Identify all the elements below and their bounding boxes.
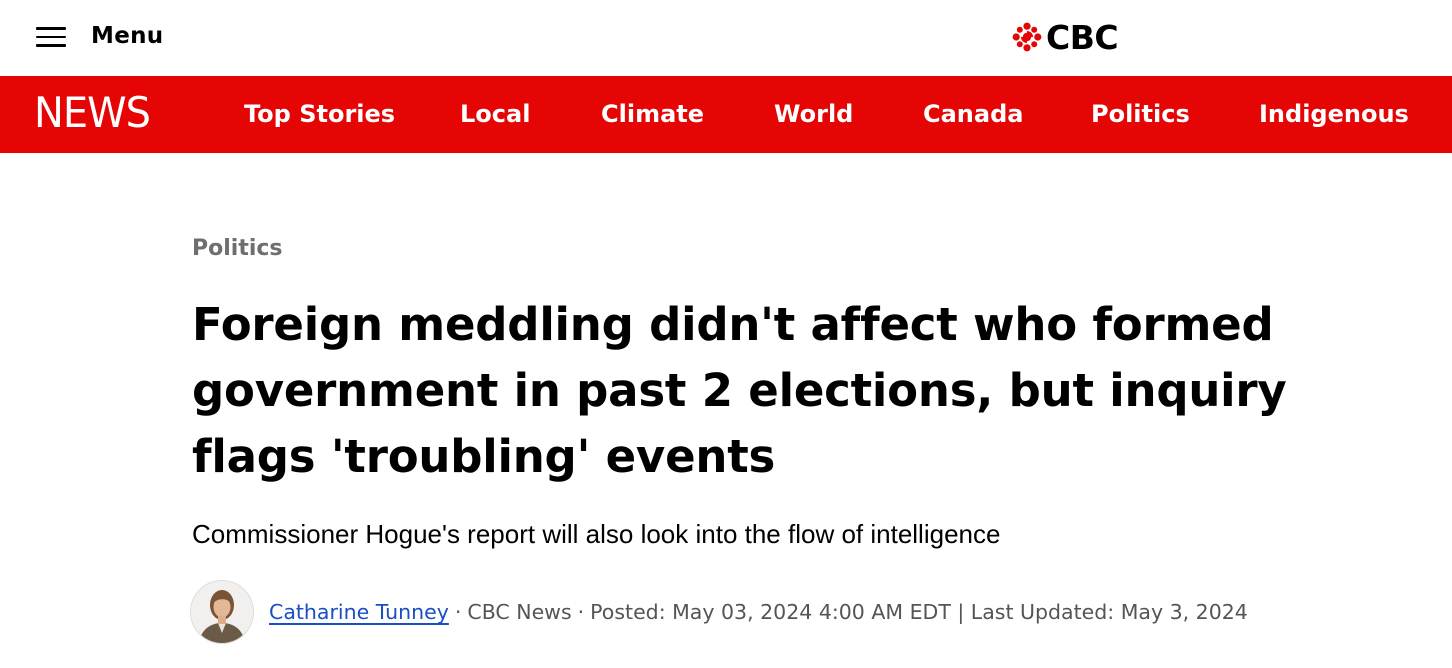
news-brand-link[interactable]: NEWS <box>34 92 151 134</box>
cbc-gem-icon <box>1012 22 1042 52</box>
article-byline: Catharine Tunney · CBC News · Posted: Ma… <box>190 580 1248 644</box>
byline-timestamps: Posted: May 03, 2024 4:00 AM EDT | Last … <box>590 600 1248 624</box>
nav-item-canada[interactable]: Canada <box>923 100 1023 129</box>
article-headline: Foreign meddling didn't affect who forme… <box>192 298 1287 483</box>
cbc-logo-text: CBC <box>1046 17 1119 57</box>
author-photo-icon <box>191 581 253 643</box>
nav-item-top-stories[interactable]: Top Stories <box>244 100 395 129</box>
menu-button[interactable]: Menu <box>36 16 163 56</box>
nav-item-politics[interactable]: Politics <box>1091 100 1190 129</box>
nav-item-climate[interactable]: Climate <box>601 100 704 129</box>
menu-label: Menu <box>91 23 164 49</box>
nav-item-local[interactable]: Local <box>460 100 530 129</box>
cbc-logo[interactable]: CBC <box>1012 17 1119 57</box>
byline-separator: · <box>454 600 462 624</box>
author-link[interactable]: Catharine Tunney <box>269 600 449 624</box>
article-deck: Commissioner Hogue's report will also lo… <box>192 519 1001 549</box>
byline-source: CBC News <box>467 600 572 624</box>
section-label[interactable]: Politics <box>192 236 283 261</box>
byline-separator: · <box>577 600 585 624</box>
news-navbar: NEWS Top Stories Local Climate World Can… <box>0 76 1452 153</box>
hamburger-icon <box>36 27 66 47</box>
nav-item-indigenous[interactable]: Indigenous <box>1259 100 1409 129</box>
top-header: Menu CBC <box>0 0 1452 76</box>
author-avatar[interactable] <box>190 580 254 644</box>
nav-item-world[interactable]: World <box>774 100 853 129</box>
